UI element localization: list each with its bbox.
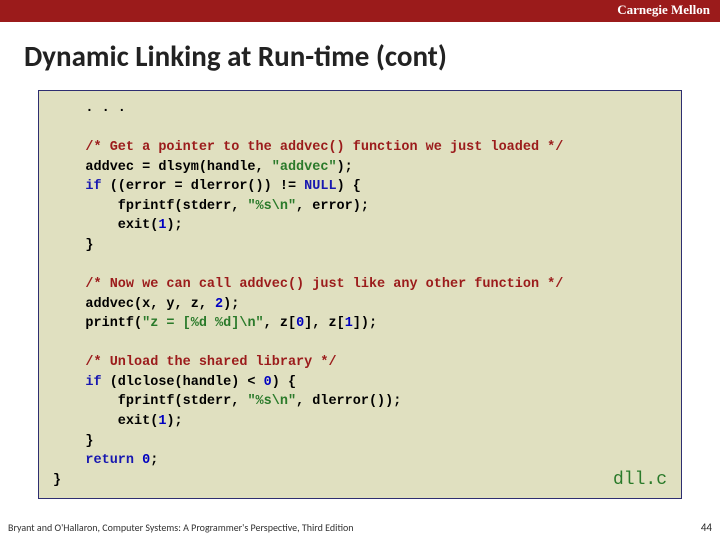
- header-bar: Carnegie Mellon: [0, 0, 720, 22]
- code-listing: . . . /* Get a pointer to the addvec() f…: [53, 99, 669, 490]
- footer: Bryant and O'Hallaron, Computer Systems:…: [8, 521, 712, 534]
- page-number: 44: [701, 521, 712, 534]
- slide-title: Dynamic Linking at Run-time (cont): [0, 22, 720, 84]
- code-box: . . . /* Get a pointer to the addvec() f…: [38, 90, 682, 499]
- citation: Bryant and O'Hallaron, Computer Systems:…: [8, 521, 354, 534]
- university-label: Carnegie Mellon: [617, 2, 710, 18]
- filename-label: dll.c: [613, 470, 667, 490]
